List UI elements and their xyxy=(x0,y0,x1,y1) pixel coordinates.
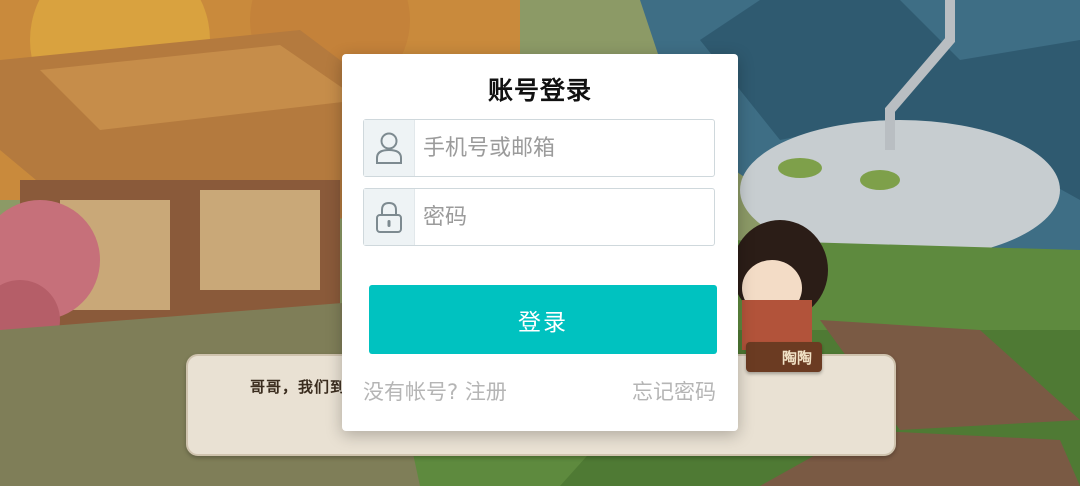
register-link[interactable]: 没有帐号? 注册 xyxy=(363,376,507,406)
password-field[interactable] xyxy=(363,188,715,246)
forgot-password-link[interactable]: 忘记密码 xyxy=(632,376,716,406)
password-input[interactable] xyxy=(415,189,714,245)
user-icon xyxy=(364,120,415,176)
username-field[interactable] xyxy=(363,119,715,177)
login-modal: 账号登录 登录 没有帐号? 注册 忘记密码 xyxy=(342,54,738,431)
login-button[interactable]: 登录 xyxy=(369,285,717,354)
modal-title: 账号登录 xyxy=(487,76,592,105)
username-input[interactable] xyxy=(415,120,714,176)
lock-icon xyxy=(364,189,415,245)
story-dialogue-text: 哥哥，我们到 xyxy=(250,378,347,396)
speaker-name-tag: 陶陶 xyxy=(746,342,822,372)
